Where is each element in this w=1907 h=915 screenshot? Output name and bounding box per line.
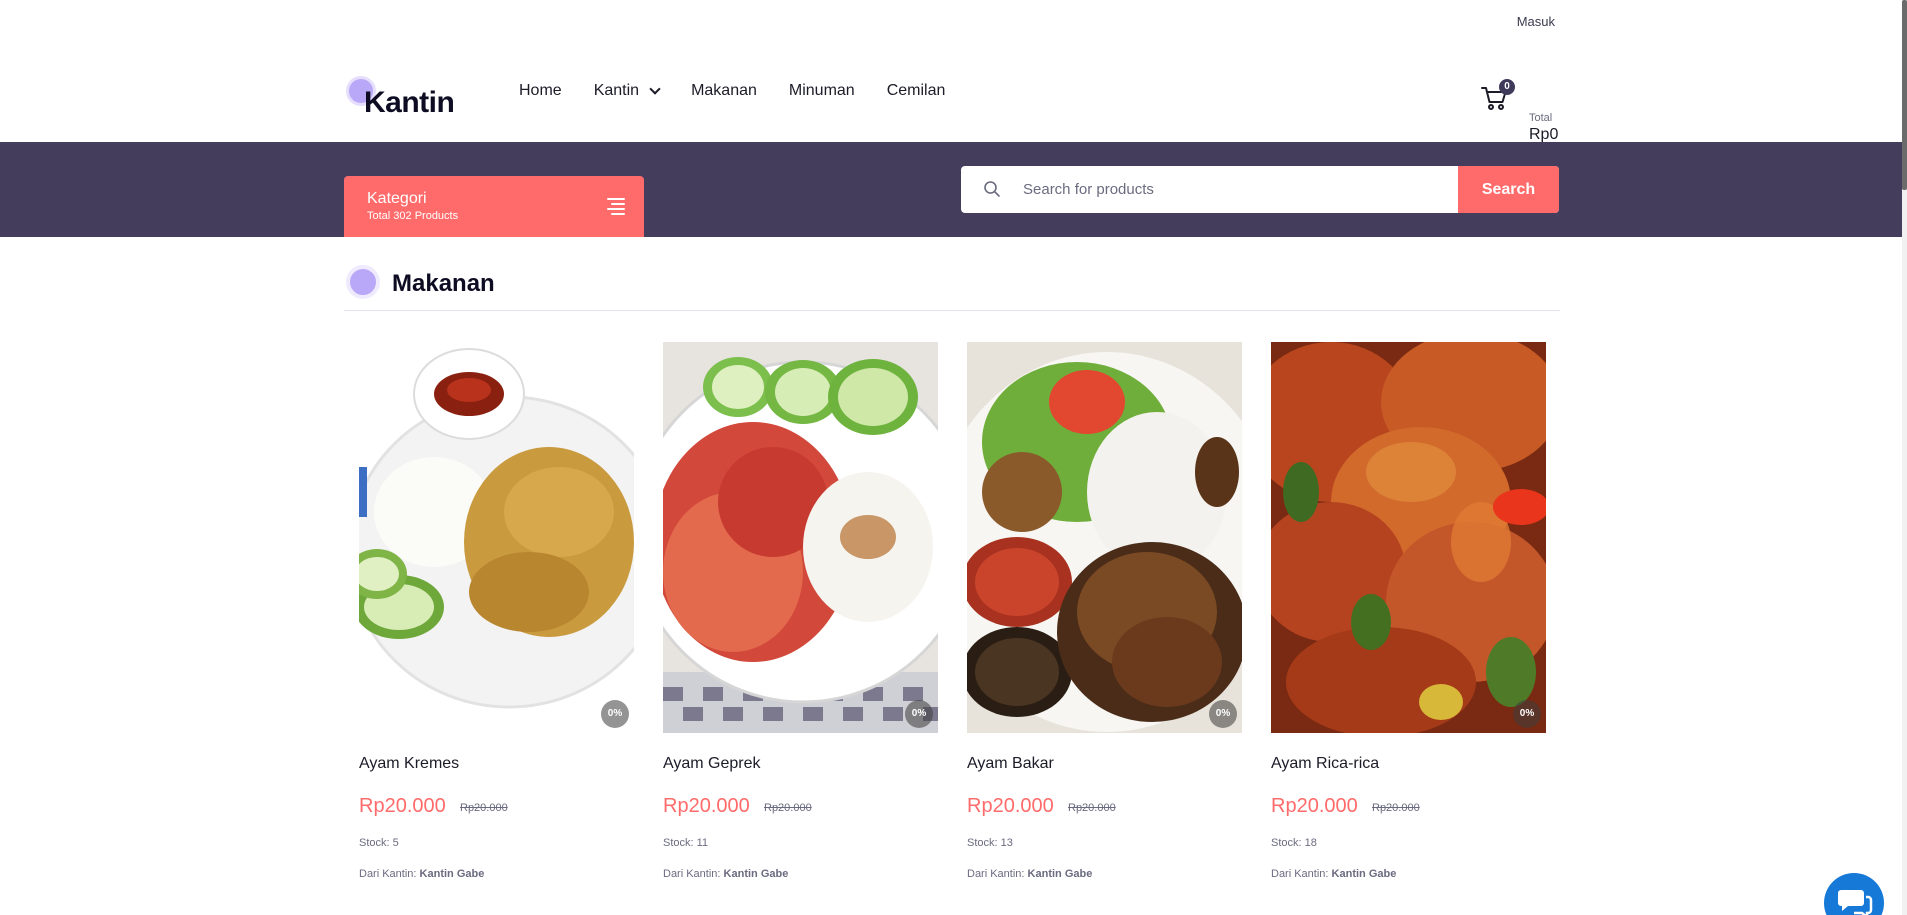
seller-prefix: Dari Kantin: — [1271, 868, 1329, 880]
nav-item-minuman[interactable]: Minuman — [789, 82, 855, 100]
product-stock: Stock: 13 — [967, 837, 1013, 849]
nav-item-label: Minuman — [788, 82, 855, 99]
menu-icon — [607, 198, 625, 215]
nav-item-label: Cemilan — [886, 82, 946, 99]
food-photo-icon — [663, 342, 938, 733]
brand-name: Kantin — [364, 86, 455, 119]
discount-badge: 0% — [905, 700, 933, 728]
search-button[interactable]: Search — [1458, 166, 1559, 213]
product-card[interactable]: 0% Ayam Bakar Rp20.000 Rp20.000 Stock: 1… — [967, 342, 1242, 902]
product-stock: Stock: 11 — [663, 837, 709, 849]
product-card[interactable]: 0% Ayam Kremes Rp20.000 Rp20.000 Stock: … — [359, 342, 634, 902]
product-name[interactable]: Ayam Bakar — [967, 755, 1054, 773]
section-dot-icon — [346, 265, 380, 299]
category-dropdown-button[interactable]: Kategori Total 302 Products — [344, 176, 644, 237]
category-title: Kategori — [367, 190, 427, 207]
discount-badge: 0% — [1209, 700, 1237, 728]
main-nav: Home Kantin Makanan Minuman Cemilan — [519, 82, 977, 100]
search-bar: Search — [961, 166, 1559, 213]
seller-prefix: Dari Kantin: — [967, 868, 1025, 880]
product-price: Rp20.000 — [663, 795, 750, 817]
seller-name[interactable]: Kantin Gabe — [420, 868, 485, 880]
product-old-price: Rp20.000 — [1068, 802, 1116, 814]
top-bar: Masuk — [0, 0, 1902, 40]
product-name[interactable]: Ayam Rica-rica — [1271, 755, 1379, 773]
seller-name[interactable]: Kantin Gabe — [724, 868, 789, 880]
chat-bubble-icon — [1838, 890, 1873, 915]
food-photo-icon — [1271, 342, 1546, 733]
food-photo-icon — [359, 342, 634, 733]
nav-item-label: Kantin — [593, 82, 640, 99]
product-card[interactable]: 0% Ayam Geprek Rp20.000 Rp20.000 Stock: … — [663, 342, 938, 902]
chevron-down-icon — [649, 83, 661, 95]
product-image[interactable]: 0% — [359, 342, 634, 733]
product-old-price: Rp20.000 — [764, 802, 812, 814]
product-stock: Stock: 5 — [359, 837, 399, 849]
discount-badge: 0% — [1513, 700, 1541, 728]
product-stock: Stock: 18 — [1271, 837, 1317, 849]
product-seller: Dari Kantin: Kantin Gabe — [663, 868, 788, 880]
product-price: Rp20.000 — [359, 795, 446, 817]
product-old-price: Rp20.000 — [460, 802, 508, 814]
seller-name[interactable]: Kantin Gabe — [1332, 868, 1397, 880]
product-seller: Dari Kantin: Kantin Gabe — [1271, 868, 1396, 880]
nav-item-label: Makanan — [691, 82, 757, 99]
nav-item-home[interactable]: Home — [519, 82, 562, 100]
nav-item-makanan[interactable]: Makanan — [691, 82, 757, 100]
food-photo-icon — [967, 342, 1242, 733]
scrollbar-thumb[interactable] — [1902, 0, 1907, 190]
nav-item-label: Home — [519, 82, 562, 99]
section-header: Makanan — [344, 263, 1560, 311]
cart-total-label: Total — [1529, 112, 1553, 124]
login-link[interactable]: Masuk — [1517, 14, 1555, 29]
chat-button[interactable] — [1824, 873, 1884, 915]
section-title: Makanan — [392, 270, 495, 297]
product-price: Rp20.000 — [1271, 795, 1358, 817]
product-seller: Dari Kantin: Kantin Gabe — [967, 868, 1092, 880]
category-search-band — [0, 142, 1902, 237]
site-header: Kantin Home Kantin Makanan Minuman Cemil… — [0, 40, 1902, 143]
nav-item-kantin[interactable]: Kantin — [593, 82, 661, 100]
product-image[interactable]: 0% — [663, 342, 938, 733]
product-name[interactable]: Ayam Geprek — [663, 755, 761, 773]
search-icon — [984, 181, 1000, 197]
nav-item-cemilan[interactable]: Cemilan — [887, 82, 946, 100]
cart-count-badge: 0 — [1499, 79, 1515, 95]
seller-name[interactable]: Kantin Gabe — [1028, 868, 1093, 880]
product-seller: Dari Kantin: Kantin Gabe — [359, 868, 484, 880]
brand-logo[interactable]: Kantin — [344, 56, 484, 119]
search-input[interactable] — [1023, 174, 1443, 205]
product-price: Rp20.000 — [967, 795, 1054, 817]
discount-badge: 0% — [601, 700, 629, 728]
product-name[interactable]: Ayam Kremes — [359, 755, 459, 773]
cart-widget[interactable]: 0 Total Rp0 — [1478, 76, 1568, 143]
product-old-price: Rp20.000 — [1372, 802, 1420, 814]
product-image[interactable]: 0% — [1271, 342, 1546, 733]
page-scrollbar[interactable] — [1902, 0, 1907, 915]
seller-prefix: Dari Kantin: — [359, 868, 417, 880]
seller-prefix: Dari Kantin: — [663, 868, 721, 880]
product-card[interactable]: 0% Ayam Rica-rica Rp20.000 Rp20.000 Stoc… — [1271, 342, 1546, 902]
product-image[interactable]: 0% — [967, 342, 1242, 733]
category-count: Total 302 Products — [367, 210, 459, 222]
